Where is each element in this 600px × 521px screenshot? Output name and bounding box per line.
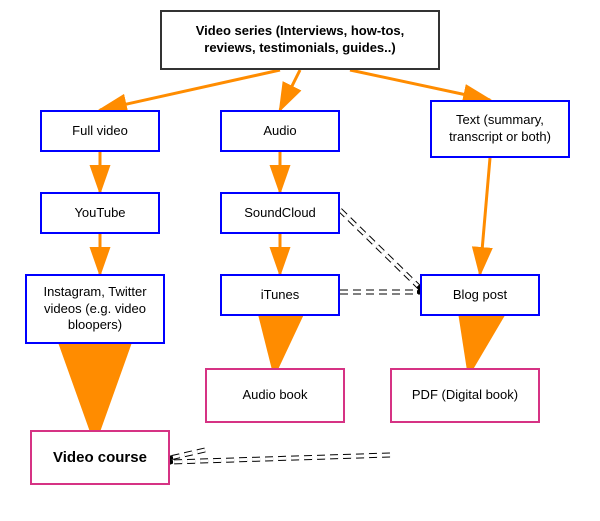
node-video-course: Video course	[30, 430, 170, 485]
node-video-series: Video series (Interviews, how-tos, revie…	[160, 10, 440, 70]
node-pdf: PDF (Digital book)	[390, 368, 540, 423]
node-audio-book: Audio book	[205, 368, 345, 423]
diagram: Video series (Interviews, how-tos, revie…	[0, 0, 600, 521]
node-youtube: YouTube	[40, 192, 160, 234]
node-audio: Audio	[220, 110, 340, 152]
node-text-summary: Text (summary, transcript or both)	[430, 100, 570, 158]
node-itunes: iTunes	[220, 274, 340, 316]
node-instagram: Instagram, Twitter videos (e.g. video bl…	[25, 274, 165, 344]
node-blog-post: Blog post	[420, 274, 540, 316]
node-soundcloud: SoundCloud	[220, 192, 340, 234]
node-full-video: Full video	[40, 110, 160, 152]
